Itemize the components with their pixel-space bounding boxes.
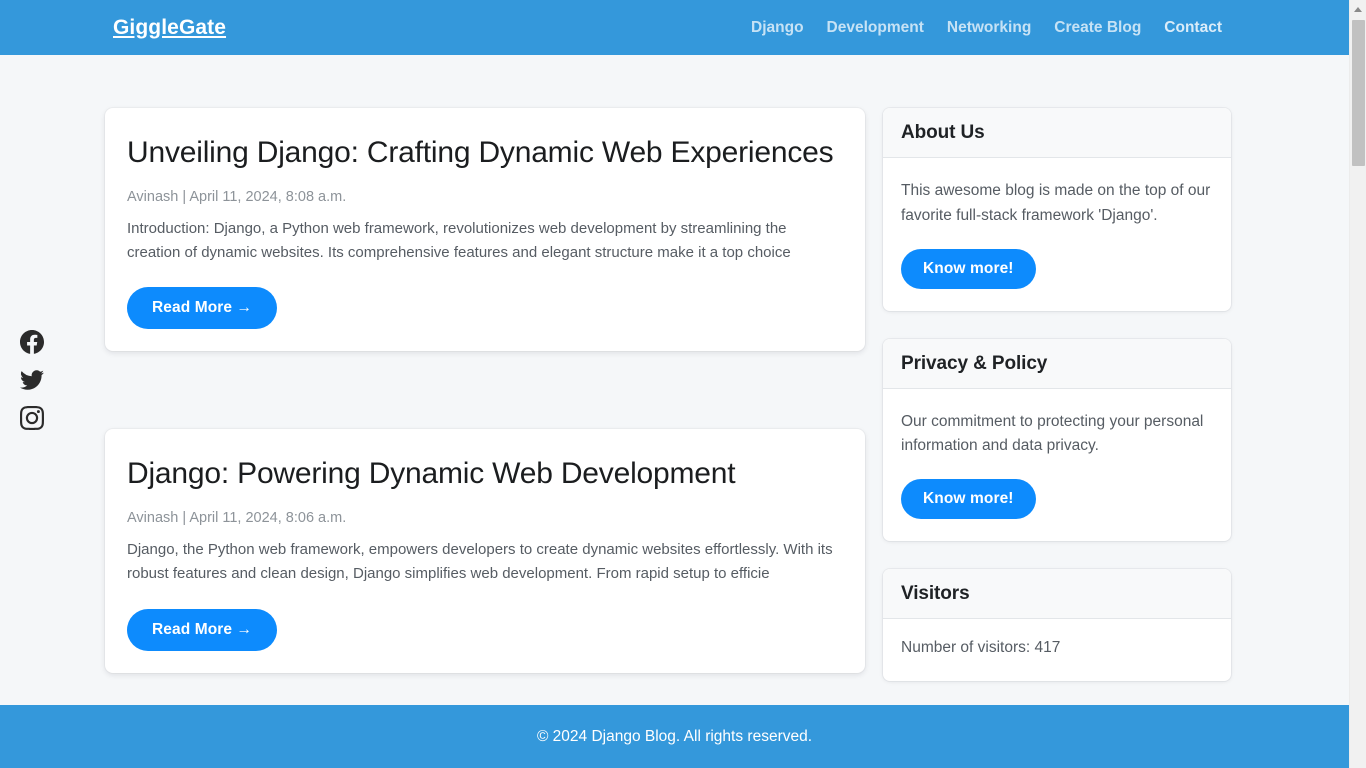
widget-body: This awesome blog is made on the top of … xyxy=(883,158,1231,311)
widget-privacy-policy: Privacy & Policy Our commitment to prote… xyxy=(883,338,1231,542)
post-list: Unveiling Django: Crafting Dynamic Web E… xyxy=(105,108,865,751)
know-more-button[interactable]: Know more! xyxy=(901,248,1036,289)
widget-visitors: Visitors Number of visitors: 417 xyxy=(883,569,1231,682)
nav-item-contact[interactable]: Contact xyxy=(1164,19,1222,37)
scroll-up-arrow-icon[interactable] xyxy=(1350,0,1366,18)
brand-logo[interactable]: GiggleGate xyxy=(113,16,226,40)
read-more-button[interactable]: Read More → xyxy=(127,287,278,330)
post-meta: Avinash | April 11, 2024, 8:06 a.m. xyxy=(127,510,347,527)
visitor-count: Number of visitors: 417 xyxy=(901,639,1061,657)
post-excerpt: Introduction: Django, a Python web frame… xyxy=(127,219,791,262)
post-excerpt: Django, the Python web framework, empowe… xyxy=(127,541,833,583)
widget-body: Our commitment to protecting your person… xyxy=(883,389,1231,542)
widget-text: Our commitment to protecting your person… xyxy=(901,412,1204,455)
post-meta: Avinash | April 11, 2024, 8:08 a.m. xyxy=(127,188,347,205)
know-more-button[interactable]: Know more! xyxy=(901,479,1036,520)
widget-about-us: About Us This awesome blog is made on th… xyxy=(883,108,1231,311)
browser-viewport: GiggleGate Django Development Networking… xyxy=(0,0,1366,768)
read-more-button[interactable]: Read More → xyxy=(127,608,278,651)
post-title[interactable]: Unveiling Django: Crafting Dynamic Web E… xyxy=(127,134,843,172)
nav-item-create-blog[interactable]: Create Blog xyxy=(1054,19,1141,37)
page-layout: Unveiling Django: Crafting Dynamic Web E… xyxy=(0,55,1349,751)
sidebar: About Us This awesome blog is made on th… xyxy=(883,108,1231,709)
post-title[interactable]: Django: Powering Dynamic Web Development xyxy=(127,455,843,493)
copyright-text: © 2024 Django Blog. All rights reserved. xyxy=(536,727,813,745)
site-footer: © 2024 Django Blog. All rights reserved. xyxy=(0,705,1349,768)
instagram-icon[interactable] xyxy=(20,406,44,430)
widget-header: Visitors xyxy=(883,569,1231,620)
widget-body: Number of visitors: 417 xyxy=(883,619,1231,681)
page-scrollbar[interactable] xyxy=(1349,0,1366,768)
widget-header: About Us xyxy=(883,108,1231,158)
facebook-icon[interactable] xyxy=(20,330,44,354)
widget-header: Privacy & Policy xyxy=(883,338,1231,389)
primary-nav: Django Development Networking Create Blo… xyxy=(751,19,1222,37)
page-content: GiggleGate Django Development Networking… xyxy=(0,0,1349,768)
twitter-icon[interactable] xyxy=(20,368,44,392)
social-links-rail xyxy=(20,330,44,430)
nav-item-development[interactable]: Development xyxy=(827,19,924,37)
scrollbar-thumb[interactable] xyxy=(1352,20,1365,166)
post-card[interactable]: Unveiling Django: Crafting Dynamic Web E… xyxy=(105,108,865,352)
post-card[interactable]: Django: Powering Dynamic Web Development… xyxy=(105,429,865,673)
widget-title: Privacy & Policy xyxy=(901,352,1048,374)
nav-item-django[interactable]: Django xyxy=(751,19,804,37)
widget-title: About Us xyxy=(901,122,985,143)
nav-item-networking[interactable]: Networking xyxy=(947,19,1031,37)
widget-title: Visitors xyxy=(901,583,970,605)
widget-text: This awesome blog is made on the top of … xyxy=(901,182,1211,224)
site-header: GiggleGate Django Development Networking… xyxy=(0,0,1349,55)
